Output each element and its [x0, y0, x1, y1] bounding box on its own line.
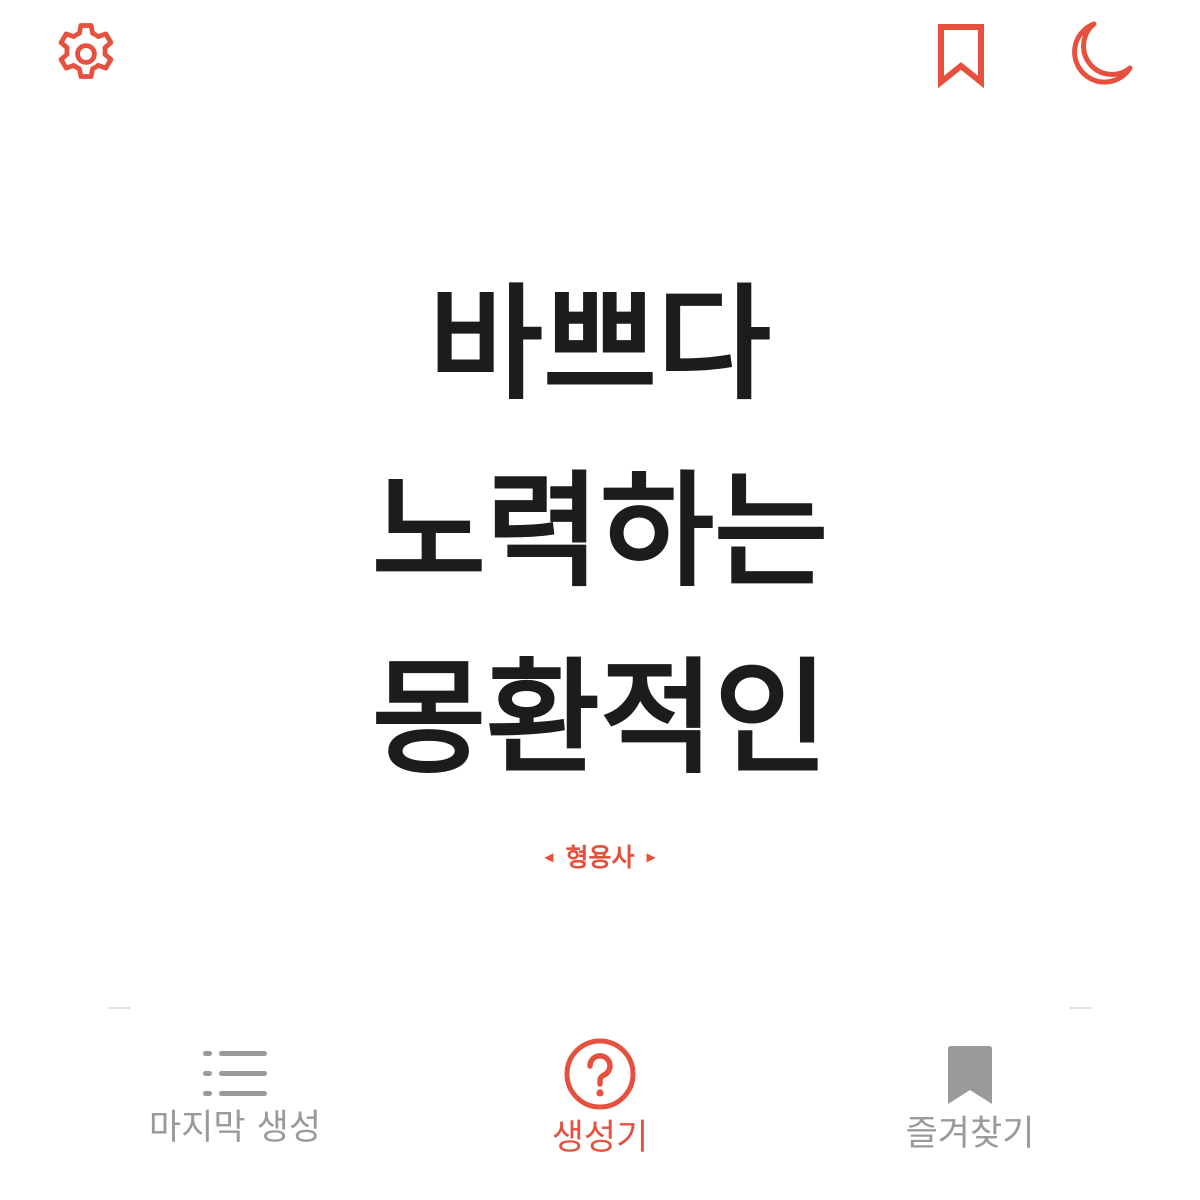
generated-word-3: 몽환적인 — [371, 647, 829, 791]
list-icon — [203, 1051, 267, 1096]
tab-last-generated[interactable]: 마지막 생성 — [130, 1030, 340, 1190]
divider — [108, 1007, 1092, 1009]
tab-label: 마지막 생성 — [148, 1108, 322, 1148]
dark-mode-toggle[interactable] — [1060, 18, 1138, 90]
bookmark-filled-icon — [948, 1046, 992, 1104]
part-of-speech-label: 형용사 — [565, 843, 635, 872]
crescent-moon-icon — [1072, 21, 1133, 85]
triangle-right-icon[interactable]: ▶ — [635, 837, 668, 877]
tab-label: 생성기 — [551, 1118, 649, 1158]
tab-label: 즐겨찾기 — [905, 1114, 1035, 1154]
settings-button[interactable] — [50, 18, 122, 90]
generated-word-2: 노력하는 — [371, 460, 829, 604]
triangle-left-icon[interactable]: ◀ — [532, 837, 565, 877]
gear-icon — [58, 23, 114, 79]
question-circle-icon — [564, 1038, 636, 1110]
part-of-speech-selector: ◀ 형용사 ▶ — [0, 838, 1200, 879]
bookmark-outline-icon — [938, 24, 984, 89]
tab-generator[interactable]: 생성기 — [500, 1030, 700, 1190]
generated-word-1: 바쁘다 — [428, 273, 772, 417]
tab-favorites[interactable]: 즐겨찾기 — [860, 1030, 1080, 1190]
bookmark-button[interactable] — [930, 22, 992, 89]
